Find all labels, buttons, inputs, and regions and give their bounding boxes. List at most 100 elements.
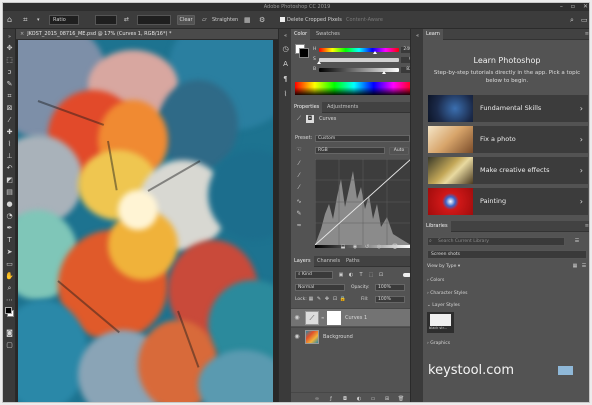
tab-learn[interactable]: Learn bbox=[423, 29, 443, 40]
on-image-adjust-icon[interactable]: ☜ bbox=[295, 146, 303, 154]
pen-tool-icon[interactable]: ✒ bbox=[5, 224, 14, 232]
layer-style-asset[interactable]: black str... bbox=[427, 312, 454, 333]
height-field[interactable] bbox=[137, 15, 171, 25]
paragraph-panel-icon[interactable]: ¶ bbox=[281, 75, 290, 83]
link-layers-icon[interactable]: ∞ bbox=[313, 395, 321, 402]
ratio-select[interactable]: Ratio bbox=[49, 15, 79, 25]
image-canvas[interactable] bbox=[18, 40, 273, 402]
home-icon[interactable]: ⌂ bbox=[7, 14, 12, 26]
topic-card-fix-a-photo[interactable]: Fix a photo › bbox=[428, 126, 588, 153]
smooth-curve-icon[interactable]: ≈ bbox=[295, 222, 303, 230]
hand-tool-icon[interactable]: ✋ bbox=[5, 272, 14, 280]
brush-tool-icon[interactable]: ⌇ bbox=[5, 140, 14, 148]
history-brush-tool-icon[interactable]: ↶ bbox=[5, 164, 14, 172]
opacity-field[interactable]: 100% bbox=[375, 284, 405, 291]
new-layer-icon[interactable]: ⊞ bbox=[383, 395, 391, 402]
topic-card-fundamental-skills[interactable]: Fundamental Skills › bbox=[428, 95, 588, 122]
eye-visibility-icon[interactable]: ◉ bbox=[293, 333, 301, 341]
pencil-draw-icon[interactable]: ✎ bbox=[295, 210, 303, 218]
screen-mode-icon[interactable]: ▢ bbox=[5, 341, 14, 349]
tab-channels[interactable]: Channels bbox=[314, 256, 343, 267]
width-field[interactable] bbox=[95, 15, 117, 25]
tab-libraries[interactable]: Libraries bbox=[423, 221, 451, 232]
fill-field[interactable]: 100% bbox=[375, 296, 405, 303]
type-filter-icon[interactable]: T bbox=[357, 271, 365, 279]
character-panel-icon[interactable]: A bbox=[281, 60, 290, 68]
tab-properties[interactable]: Properties bbox=[291, 102, 323, 113]
color-spectrum[interactable] bbox=[295, 82, 413, 95]
topic-card-painting[interactable]: Painting › bbox=[428, 188, 588, 215]
new-adjustment-icon[interactable]: ◐ bbox=[355, 395, 363, 402]
reset-icon[interactable]: ↺ bbox=[363, 243, 371, 251]
clip-to-layer-icon[interactable]: ⬓ bbox=[339, 243, 347, 251]
topic-card-make-creative-effects[interactable]: Make creative effects › bbox=[428, 157, 588, 184]
chevron-down-icon[interactable]: ▾ bbox=[37, 14, 40, 26]
new-group-icon[interactable]: ▭ bbox=[369, 395, 377, 402]
fx-icon[interactable]: ƒ bbox=[327, 395, 335, 402]
lasso-tool-icon[interactable]: ↄ bbox=[5, 68, 14, 76]
close-tab-icon[interactable]: × bbox=[20, 29, 24, 40]
hue-slider[interactable] bbox=[319, 48, 399, 52]
tab-swatches[interactable]: Swatches bbox=[313, 29, 343, 40]
history-panel-icon[interactable]: ◷ bbox=[281, 45, 290, 53]
lock-all-icon[interactable]: 🔒 bbox=[339, 295, 347, 303]
hue-knob[interactable] bbox=[373, 51, 377, 54]
gear-icon[interactable]: ⚙ bbox=[259, 14, 265, 26]
foreground-color-swatch[interactable] bbox=[5, 307, 12, 314]
move-tool-icon[interactable]: ✥ bbox=[5, 44, 14, 52]
shape-tool-icon[interactable]: ▭ bbox=[5, 260, 14, 268]
brush-settings-icon[interactable]: ⌇ bbox=[281, 90, 290, 98]
dodge-tool-icon[interactable]: ◔ bbox=[5, 212, 14, 220]
trash-icon[interactable]: 🗑 bbox=[397, 395, 405, 402]
swap-icon[interactable]: ⇄ bbox=[124, 14, 129, 26]
grid-overlay-icon[interactable]: ▦ bbox=[244, 14, 251, 26]
straighten-icon[interactable]: ▱ bbox=[202, 14, 207, 26]
layer-thumbnail[interactable] bbox=[305, 330, 319, 344]
eraser-tool-icon[interactable]: ◩ bbox=[5, 176, 14, 184]
library-select[interactable]: Screen shots bbox=[427, 250, 587, 259]
collapse-dock-icon[interactable]: « bbox=[413, 32, 422, 40]
blend-mode-select[interactable]: Normal bbox=[295, 284, 345, 291]
visibility-icon[interactable]: ◎ bbox=[375, 243, 383, 251]
straighten-label[interactable]: Straighten bbox=[212, 14, 238, 26]
sample-white-eyedropper-icon[interactable]: ⁄ bbox=[295, 184, 303, 192]
smart-object-filter-icon[interactable]: ⊡ bbox=[377, 271, 385, 279]
tab-color[interactable]: Color bbox=[291, 29, 311, 40]
layer-mask-thumbnail[interactable] bbox=[327, 311, 341, 325]
layer-row-background[interactable]: ◉ Background bbox=[291, 327, 420, 345]
document-tab[interactable]: × JKOST_2015_08716_ME.psd @ 17% (Curves 1… bbox=[16, 29, 287, 40]
more-tools-icon[interactable]: ⋯ bbox=[5, 296, 14, 304]
tab-layers[interactable]: Layers bbox=[291, 256, 314, 267]
panel-menu-icon[interactable]: ≡ bbox=[585, 221, 589, 232]
tab-paths[interactable]: Paths bbox=[343, 256, 363, 267]
gradient-tool-icon[interactable]: ▤ bbox=[5, 188, 14, 196]
minimize-icon[interactable]: – bbox=[560, 3, 563, 11]
adjustment-filter-icon[interactable]: ◐ bbox=[347, 271, 355, 279]
trash-icon[interactable]: 🗑 bbox=[391, 243, 399, 251]
filter-kind-select[interactable]: ⌕ Kind bbox=[295, 271, 333, 279]
background-color-swatch[interactable] bbox=[299, 48, 309, 58]
layer-row-curves[interactable]: ◉ ⟋ ∞ Curves 1 bbox=[291, 308, 420, 326]
saturation-slider[interactable] bbox=[319, 58, 399, 62]
crop-tool-icon[interactable]: ⌗ bbox=[5, 92, 14, 100]
healing-tool-icon[interactable]: ✚ bbox=[5, 128, 14, 136]
content-aware-checkbox[interactable]: Content-Aware bbox=[346, 14, 383, 26]
list-view-icon[interactable]: ☰ bbox=[580, 262, 588, 270]
layer-mask-icon[interactable]: ◘ bbox=[306, 115, 314, 123]
sample-black-eyedropper-icon[interactable]: ⁄ bbox=[295, 160, 303, 168]
eyedropper-tool-icon[interactable]: ⁄ bbox=[5, 116, 14, 124]
delete-cropped-checkbox[interactable]: Delete Cropped Pixels bbox=[280, 14, 342, 26]
brightness-slider[interactable] bbox=[319, 68, 399, 72]
panel-menu-icon[interactable]: ≡ bbox=[585, 29, 589, 40]
checkbox-icon[interactable] bbox=[280, 17, 285, 22]
close-icon[interactable]: ✕ bbox=[583, 3, 588, 11]
lock-artboard-icon[interactable]: ⊡ bbox=[331, 295, 339, 303]
saturation-knob[interactable] bbox=[317, 61, 321, 64]
library-search-input[interactable]: Search Current Library bbox=[427, 237, 565, 246]
section-character-styles[interactable]: › Character Styles bbox=[427, 290, 468, 297]
add-mask-icon[interactable]: ◘ bbox=[341, 395, 349, 402]
zoom-tool-icon[interactable]: ⌕ bbox=[5, 284, 14, 292]
channel-select[interactable]: RGB bbox=[315, 147, 385, 154]
curves-graph[interactable] bbox=[315, 159, 411, 245]
section-layer-styles[interactable]: ⌄ Layer Styles bbox=[427, 302, 460, 309]
